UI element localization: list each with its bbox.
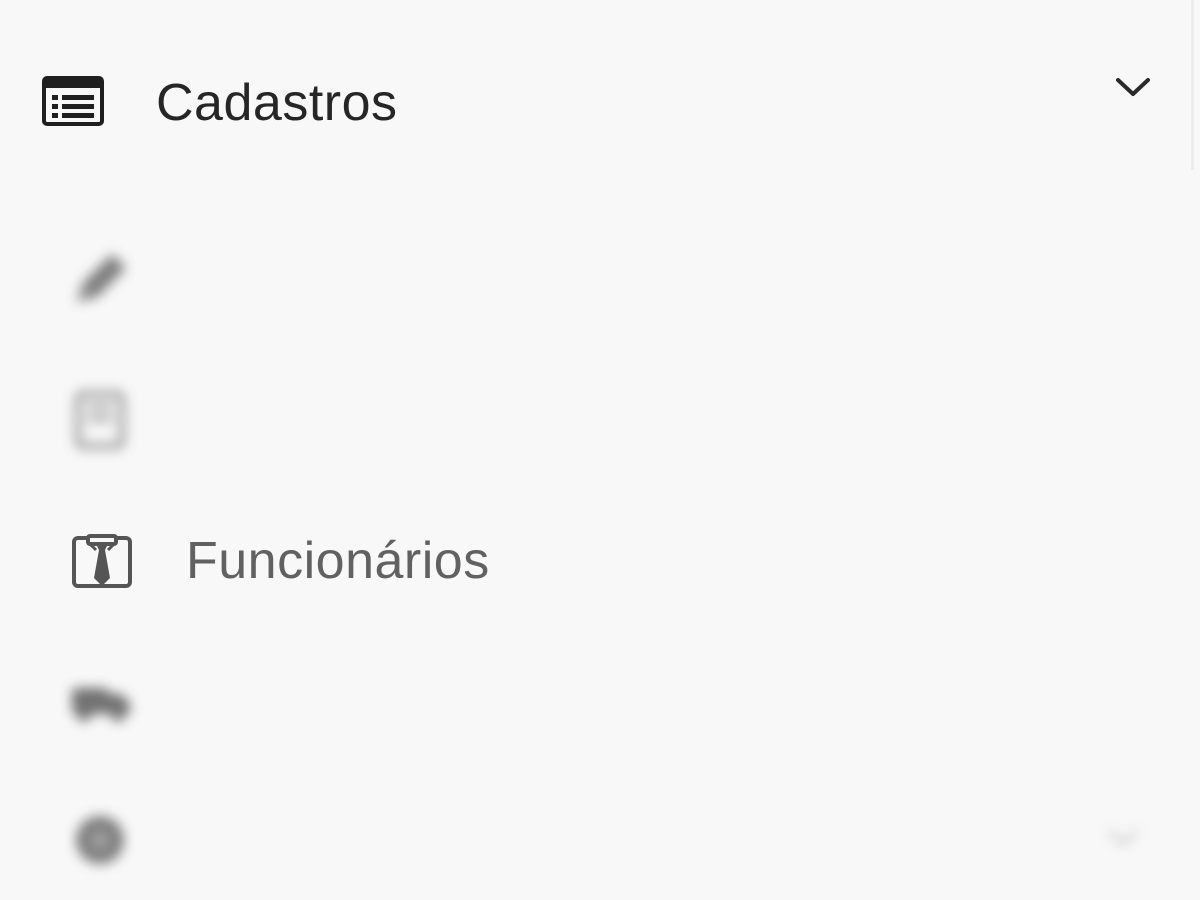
menu-item-2[interactable]	[0, 366, 1200, 466]
employee-tie-icon	[68, 528, 134, 590]
building-icon	[68, 388, 134, 450]
menu-section-cadastros[interactable]: Cadastros	[0, 50, 1200, 160]
chevron-down-icon[interactable]	[1106, 826, 1140, 852]
menu-item-label: Funcionários	[186, 532, 490, 590]
sidebar-menu: Cadastros Funcionários	[0, 0, 1200, 900]
gear-icon	[68, 808, 134, 870]
menu-item-4[interactable]	[0, 646, 1200, 746]
menu-item-5[interactable]	[0, 786, 1200, 886]
menu-item-funcionarios[interactable]: Funcionários	[0, 506, 1200, 606]
truck-icon	[68, 668, 134, 730]
pencil-icon	[68, 248, 134, 310]
list-card-icon	[42, 76, 104, 126]
menu-section-label: Cadastros	[156, 74, 398, 132]
chevron-down-icon[interactable]	[1114, 72, 1152, 102]
menu-item-1[interactable]	[0, 226, 1200, 326]
